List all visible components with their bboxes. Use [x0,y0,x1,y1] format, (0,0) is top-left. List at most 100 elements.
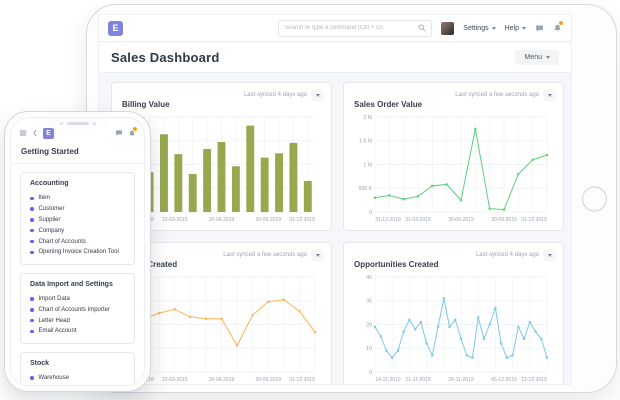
list-item[interactable]: Customer [30,204,125,215]
svg-text:2 M: 2 M [363,115,372,121]
chat-icon[interactable] [115,129,123,137]
section-title: Accounting [30,180,69,187]
app-logo[interactable]: E [108,20,123,36]
bullet-icon [30,218,34,222]
phone-notch [46,118,109,129]
svg-text:30-09-2019: 30-09-2019 [491,217,517,223]
list-item-label: Import Data [38,296,70,303]
sync-row: Last synced a few seconds ago [455,89,556,101]
list-item-label: Supplier [38,216,61,223]
card-dropdown-button[interactable] [311,89,324,101]
chart-title: Billing Value [122,100,170,109]
tablet-home-button[interactable] [582,186,607,211]
user-avatar[interactable] [441,21,455,35]
list-item[interactable]: Brand [30,384,125,385]
svg-text:21-11-2019: 21-11-2019 [405,377,430,383]
svg-text:30-09-2019: 30-09-2019 [255,217,281,223]
svg-text:31-12-2019: 31-12-2019 [521,217,547,223]
settings-menu[interactable]: Settings [463,24,496,32]
chevron-left-icon[interactable] [32,129,38,137]
bullet-icon [30,297,34,301]
svg-text:500 K: 500 K [358,186,372,192]
list-item[interactable]: Email Account [30,326,125,337]
list-item-label: Chart of Accounts [38,238,86,245]
card-dropdown-button[interactable] [311,249,324,261]
chevron-down-icon [315,253,320,257]
section-title: Data Import and Settings [30,280,113,288]
chart-card-sales-order-value: Last synced a few seconds ago Sales Orde… [343,82,564,231]
notification-dot [559,21,563,25]
phone-page-title: Getting Started [11,140,144,164]
getting-started-sections: Accounting Item Customer Supplier Company Cha… [11,164,144,385]
svg-text:30-06-2019: 30-06-2019 [209,377,235,383]
svg-text:31-03-2019: 31-03-2019 [162,377,188,383]
last-synced-label: Last synced 4 days ago [475,252,539,258]
notifications-button[interactable] [553,21,563,33]
notifications-button[interactable] [128,126,137,138]
last-synced-label: Last synced a few seconds ago [455,92,539,98]
camera-dot [59,122,63,125]
list-item[interactable]: Chart of Accounts [30,236,125,247]
list-item[interactable]: Company [30,225,125,236]
card-dropdown-button[interactable] [543,249,556,261]
chart-card-opportunities-created: Last synced 4 days ago Opportunities Cre… [343,242,564,384]
chevron-down-icon [546,56,550,59]
list-item[interactable]: Warehouse [30,373,125,384]
bullet-icon [30,308,34,312]
svg-text:30: 30 [366,299,372,305]
svg-text:40: 40 [366,275,372,281]
list-item-label: Chart of Accounts Importer [38,306,110,313]
chevron-down-icon [491,26,496,30]
list-item-label: Warehouse [38,375,69,382]
list-item[interactable]: Opening Invoice Creation Tool [30,247,125,258]
bullet-icon [30,207,34,211]
svg-text:30-09-2019: 30-09-2019 [255,377,281,383]
svg-text:1 M: 1 M [363,162,372,168]
bullet-icon [30,329,34,334]
menu-button[interactable]: Menu [515,50,559,65]
svg-text:30-06-2019: 30-06-2019 [209,217,235,223]
svg-text:20: 20 [366,322,372,328]
settings-label: Settings [463,24,489,32]
card-dropdown-button[interactable] [543,89,556,101]
sync-row: Last synced 4 days ago [244,89,324,101]
svg-text:31-03-2019: 31-03-2019 [405,217,431,223]
chat-icon[interactable] [535,24,544,33]
list-item[interactable]: Import Data [30,294,125,305]
list-item-label: Email Account [38,328,77,335]
last-synced-label: Last synced a few seconds ago [223,252,307,258]
list-item[interactable]: Letter Head [30,315,125,326]
app-logo[interactable]: E [43,127,54,139]
list-item[interactable]: Chart of Accounts Importer [30,304,125,315]
svg-text:30-06-2019: 30-06-2019 [448,217,474,223]
tablet-screen: E Search or type a command (Ctrl + G) Se… [98,14,572,385]
svg-text:05-12-2019: 05-12-2019 [491,377,517,383]
help-menu[interactable]: Help [505,25,526,32]
chart-title: Opportunities Created [354,260,439,269]
dashboard-grid: Last synced 4 days ago Billing Value 31-… [99,72,571,384]
menu-button-label: Menu [524,54,542,61]
phone-device-frame: E Getting Started Accounting Item Customer… [4,111,151,392]
svg-text:26-11-2019: 26-11-2019 [448,377,473,383]
sync-row: Last synced a few seconds ago [223,249,324,261]
search-input[interactable]: Search or type a command (Ctrl + G) [278,19,433,37]
svg-text:31-12-2019: 31-12-2019 [289,377,315,383]
sales-order-value-chart: 2 M 1.5 M 1 M 500 K 031-12-2018 31-03-2019 30-… [358,115,549,223]
svg-text:31-03-2019: 31-03-2019 [162,217,188,223]
bullet-icon [30,318,34,323]
billing-value-chart: 31-12-201831-03-201930-06-201930-09-2019… [128,116,315,223]
svg-text:12-12-2019: 12-12-2019 [521,377,547,383]
speaker-grille [66,122,89,125]
chevron-down-icon [547,93,552,97]
chart-title: Sales Order Value [354,100,423,109]
menu-icon[interactable] [19,129,27,137]
list-item[interactable]: Supplier [30,215,125,226]
sensor-dot [92,122,96,125]
last-synced-label: Last synced 4 days ago [243,92,307,98]
list-item-label: Customer [38,206,65,213]
svg-text:14-11-2019: 14-11-2019 [375,377,400,383]
svg-text:31-12-2018: 31-12-2018 [375,217,401,223]
list-item[interactable]: Item [30,193,125,204]
leads-created-chart: 31-12-201831-03-201930-06-201930-09-2019… [126,276,317,383]
svg-text:1.5 M: 1.5 M [359,139,372,145]
